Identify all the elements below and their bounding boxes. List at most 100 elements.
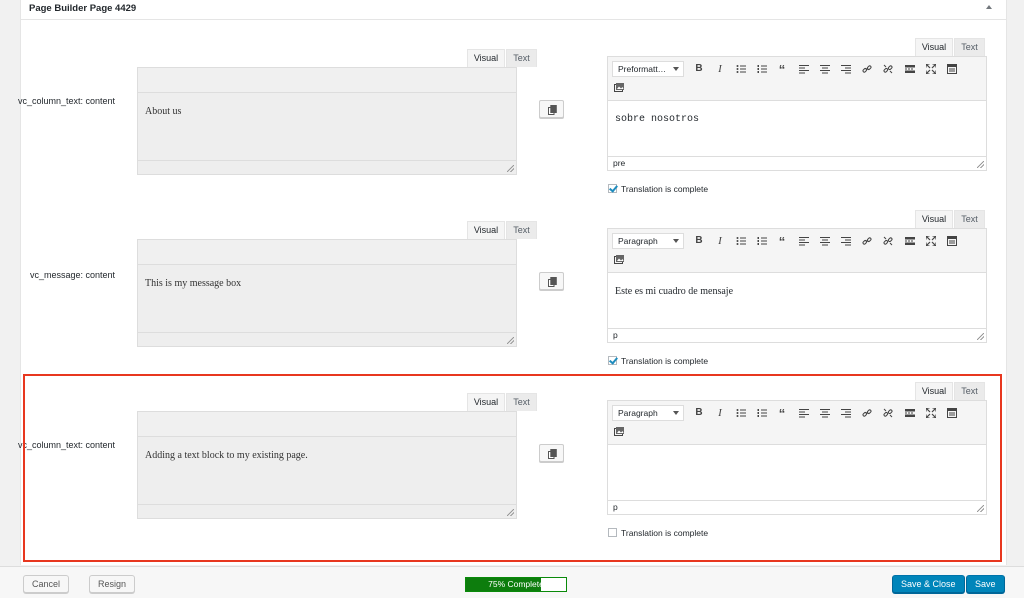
bulleted-list-icon[interactable] (734, 406, 748, 420)
align-right-icon[interactable] (839, 234, 853, 248)
format-select-value: Paragraph (618, 408, 658, 418)
translation-complete[interactable]: Translation is complete (608, 527, 748, 539)
format-select-value: Paragraph (618, 236, 658, 246)
read-more-icon[interactable] (903, 234, 917, 248)
progress-bar: 75% Complete (465, 577, 567, 592)
format-select[interactable]: Preformatt… (612, 61, 684, 77)
source-statusbar (138, 504, 516, 518)
tab-visual[interactable]: Visual (467, 393, 505, 411)
align-left-icon[interactable] (797, 406, 811, 420)
tab-text[interactable]: Text (954, 38, 985, 56)
target-toolbar: Paragraph B I “ (608, 401, 986, 445)
align-center-icon[interactable] (818, 62, 832, 76)
tab-visual[interactable]: Visual (915, 382, 953, 400)
insert-link-icon[interactable] (860, 62, 874, 76)
resign-button[interactable]: Resign (89, 575, 136, 593)
cancel-button[interactable]: Cancel (23, 575, 70, 593)
target-editor[interactable]: Paragraph B I “ Este es mi cuadro de mensa… (607, 228, 987, 343)
resize-handle-icon[interactable] (977, 333, 984, 340)
bold-icon[interactable]: B (692, 62, 706, 76)
bold-icon[interactable]: B (692, 406, 706, 420)
fullscreen-icon[interactable] (924, 406, 938, 420)
align-left-icon[interactable] (797, 62, 811, 76)
tab-visual[interactable]: Visual (467, 221, 505, 239)
save-button[interactable]: Save (966, 575, 1005, 593)
target-content[interactable]: sobre nosotros (615, 114, 699, 125)
add-media-icon[interactable] (612, 425, 626, 439)
format-select[interactable]: Paragraph (612, 405, 684, 421)
field-label: vc_column_text: content (17, 440, 115, 450)
source-content: Adding a text block to my existing page. (145, 450, 308, 461)
resize-handle-icon[interactable] (507, 509, 514, 516)
bulleted-list-icon[interactable] (734, 234, 748, 248)
align-left-icon[interactable] (797, 234, 811, 248)
numbered-list-icon[interactable] (755, 234, 769, 248)
fullscreen-icon[interactable] (924, 234, 938, 248)
remove-link-icon[interactable] (881, 406, 895, 420)
source-editor: This is my message box (137, 239, 517, 347)
complete-checkbox[interactable] (608, 528, 617, 537)
target-editor[interactable]: Preformatt… B I “ sobre nosotros pre (607, 56, 987, 171)
resize-handle-icon[interactable] (507, 165, 514, 172)
insert-link-icon[interactable] (860, 234, 874, 248)
blockquote-icon[interactable]: “ (775, 62, 789, 77)
complete-label: Translation is complete (621, 528, 709, 538)
align-right-icon[interactable] (839, 62, 853, 76)
tab-text[interactable]: Text (954, 210, 985, 228)
bulleted-list-icon[interactable] (734, 62, 748, 76)
target-editor-tabs: Visual Text (915, 382, 985, 400)
element-path: p (613, 330, 618, 340)
copy-button[interactable] (539, 100, 564, 118)
copy-icon (548, 449, 557, 459)
target-editor[interactable]: Paragraph B I “ p (607, 400, 987, 515)
resize-handle-icon[interactable] (977, 505, 984, 512)
target-content[interactable]: Este es mi cuadro de mensaje (615, 286, 733, 297)
remove-link-icon[interactable] (881, 234, 895, 248)
toolbar-toggle-icon[interactable] (945, 406, 959, 420)
tab-visual[interactable]: Visual (915, 210, 953, 228)
remove-link-icon[interactable] (881, 62, 895, 76)
bold-icon[interactable]: B (692, 234, 706, 248)
align-center-icon[interactable] (818, 406, 832, 420)
align-right-icon[interactable] (839, 406, 853, 420)
italic-icon[interactable]: I (713, 62, 727, 76)
blockquote-icon[interactable]: “ (775, 234, 789, 249)
copy-button[interactable] (539, 444, 564, 462)
tab-visual[interactable]: Visual (467, 49, 505, 67)
fullscreen-icon[interactable] (924, 62, 938, 76)
toolbar-toggle-icon[interactable] (945, 234, 959, 248)
format-select-value: Preformatt… (618, 64, 667, 74)
translation-row: vc_message: content Visual Text This is … (0, 192, 1024, 366)
add-media-icon[interactable] (612, 253, 626, 267)
source-editor-tabs: Visual Text (467, 221, 537, 239)
blockquote-icon[interactable]: “ (775, 406, 789, 421)
source-statusbar (138, 332, 516, 346)
numbered-list-icon[interactable] (755, 62, 769, 76)
tab-text[interactable]: Text (506, 49, 537, 67)
tab-text[interactable]: Text (954, 382, 985, 400)
tab-visual[interactable]: Visual (915, 38, 953, 56)
read-more-icon[interactable] (903, 62, 917, 76)
format-select[interactable]: Paragraph (612, 233, 684, 249)
numbered-list-icon[interactable] (755, 406, 769, 420)
copy-button[interactable] (539, 272, 564, 290)
panel-title: Page Builder Page 4429 (29, 3, 137, 14)
toolbar-toggle-icon[interactable] (945, 62, 959, 76)
target-editor-tabs: Visual Text (915, 210, 985, 228)
element-path: p (613, 502, 618, 512)
save-and-close-button[interactable]: Save & Close (892, 575, 965, 593)
panel-header[interactable]: Page Builder Page 4429 (21, 0, 1006, 20)
collapse-arrow-icon[interactable] (986, 5, 992, 9)
element-path: pre (613, 158, 626, 168)
resize-handle-icon[interactable] (507, 337, 514, 344)
insert-link-icon[interactable] (860, 406, 874, 420)
resize-handle-icon[interactable] (977, 161, 984, 168)
tab-text[interactable]: Text (506, 221, 537, 239)
tab-text[interactable]: Text (506, 393, 537, 411)
copy-icon (548, 277, 557, 287)
italic-icon[interactable]: I (713, 234, 727, 248)
italic-icon[interactable]: I (713, 406, 727, 420)
read-more-icon[interactable] (903, 406, 917, 420)
align-center-icon[interactable] (818, 234, 832, 248)
add-media-icon[interactable] (612, 81, 626, 95)
